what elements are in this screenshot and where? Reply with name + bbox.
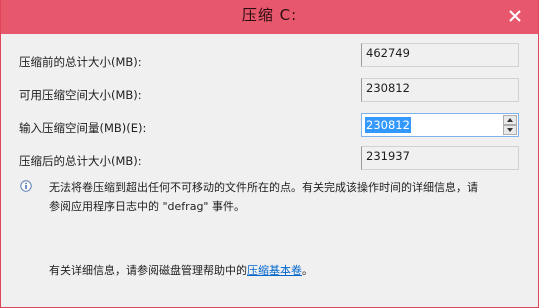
total-size-after-value: 231937 [361, 146, 519, 170]
available-shrink-space-label: 可用压缩空间大小(MB): [19, 88, 142, 102]
available-shrink-space-value: 230812 [361, 78, 519, 102]
chevron-down-icon [507, 128, 513, 132]
shrink-amount-label: 输入压缩空间量(MB)(E): [19, 121, 147, 135]
close-icon [509, 10, 521, 22]
info-message-line-2: 参阅应用程序日志中的 "defrag" 事件。 [49, 200, 245, 213]
total-size-before-value: 462749 [361, 43, 519, 67]
spin-buttons [503, 115, 517, 135]
chevron-up-icon [507, 118, 513, 122]
info-message-line-1: 无法将卷压缩到超出任何不可移动的文件所在的点。有关完成该操作时间的详细信息，请 [49, 181, 478, 194]
help-suffix: 。 [302, 264, 313, 277]
help-prefix: 有关详细信息，请参阅磁盘管理帮助中的 [49, 264, 247, 277]
shrink-amount-spinbox[interactable]: 230812 [361, 113, 519, 137]
help-line: 有关详细信息，请参阅磁盘管理帮助中的压缩基本卷。 [49, 262, 313, 278]
spin-down-button[interactable] [503, 125, 517, 135]
title-bar[interactable]: 压缩 C: [1, 0, 538, 34]
shrink-dialog: 压缩 C: 压缩前的总计大小(MB): 462749 可用压缩空间大小(MB):… [0, 0, 539, 308]
info-icon [20, 180, 32, 192]
spin-up-button[interactable] [503, 115, 517, 125]
dialog-title: 压缩 C: [241, 6, 298, 24]
total-size-before-label: 压缩前的总计大小(MB): [19, 55, 142, 69]
shrink-basic-volume-link[interactable]: 压缩基本卷 [247, 264, 302, 277]
info-message: 无法将卷压缩到超出任何不可移动的文件所在的点。有关完成该操作时间的详细信息，请 … [49, 178, 529, 216]
close-button[interactable] [504, 5, 526, 27]
shrink-amount-input[interactable] [363, 115, 503, 135]
dialog-content: 压缩前的总计大小(MB): 462749 可用压缩空间大小(MB): 23081… [1, 34, 538, 307]
total-size-after-label: 压缩后的总计大小(MB): [19, 154, 142, 168]
